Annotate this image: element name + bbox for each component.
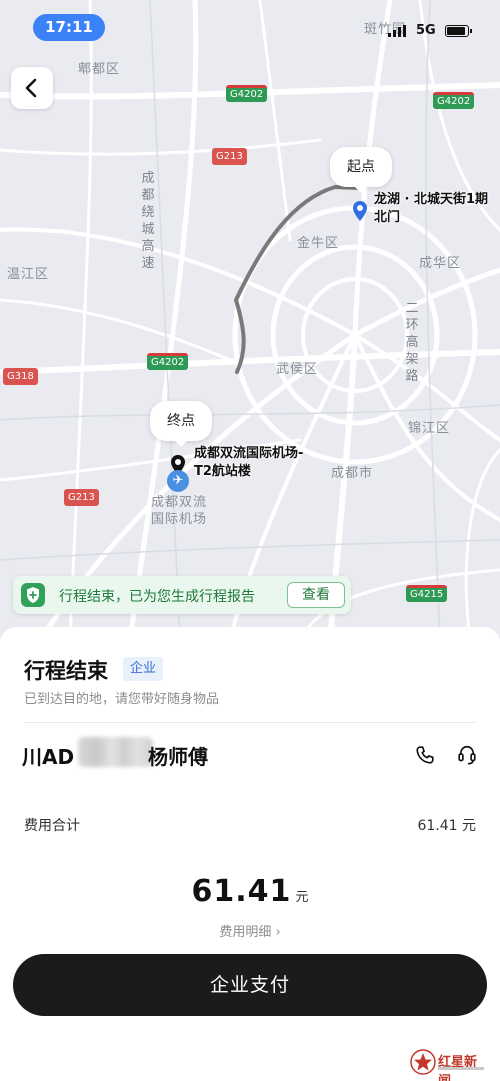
license-plate: 川AD <box>22 745 75 769</box>
trip-status-subtitle: 已到达目的地，请您带好随身物品 <box>24 692 220 707</box>
road-label-second-ring: 二环高架路 <box>405 301 419 384</box>
fee-total-value: 61.41 元 <box>417 818 476 834</box>
end-bubble: 终点 <box>150 401 212 447</box>
back-button[interactable] <box>11 67 53 109</box>
shield-g213: G213 <box>212 148 247 165</box>
watermark-text: 红星新闻 <box>438 1055 478 1081</box>
district-label-chenghua: 成华区 <box>419 256 462 271</box>
shield-g4202: G4202 <box>226 85 268 102</box>
driver-name: 杨师傅 <box>148 745 208 769</box>
shield-g4202: G4202 <box>433 92 475 109</box>
plate-redaction <box>78 737 153 767</box>
chevron-left-icon <box>25 78 37 98</box>
route-map[interactable]: 郫都区 斑竹园 金牛区 成华区 温江区 武侯区 锦江区 成都市 成都双流 国际机… <box>0 0 500 640</box>
trip-status-title: 行程结束 <box>24 659 108 683</box>
trip-report-banner[interactable]: 行程结束，已为您生成行程报告 查看 <box>13 576 351 614</box>
customer-service-icon[interactable] <box>456 743 478 767</box>
report-banner-text: 行程结束，已为您生成行程报告 <box>59 589 255 605</box>
shield-g318: G318 <box>3 368 38 385</box>
watermark: 红星新闻 <box>410 1048 484 1081</box>
end-name-line2: T2航站楼 <box>194 464 251 479</box>
airplane-icon: ✈ <box>167 470 189 492</box>
shield-g4202: G4202 <box>147 353 189 370</box>
amount-display: 61.41 元 <box>0 874 500 909</box>
amount-value: 61.41 <box>191 874 292 909</box>
shield-g213: G213 <box>64 489 99 506</box>
road-label-ring-expressway: 成都绕城高速 <box>141 171 155 271</box>
start-name: 龙湖 · 北城天街1期 <box>374 192 489 207</box>
corporate-pay-button[interactable]: 企业支付 <box>13 954 487 1016</box>
start-name-line2: 北门 <box>374 210 401 225</box>
district-label-shuangliu-2: 国际机场 <box>151 512 208 527</box>
phone-icon[interactable] <box>414 744 436 766</box>
start-bubble: 起点 <box>330 147 392 193</box>
district-label-jinniu: 金牛区 <box>297 236 340 251</box>
district-label-jinjiang: 锦江区 <box>408 421 451 436</box>
star-logo-icon <box>410 1049 436 1075</box>
district-label-wenjiang: 温江区 <box>7 267 50 282</box>
corporate-tag: 企业 <box>123 657 164 681</box>
district-label-pidu: 郫都区 <box>78 62 121 77</box>
fee-total-label: 费用合计 <box>24 818 80 834</box>
signal-icon <box>388 25 408 37</box>
divider <box>24 722 476 723</box>
start-pin-icon <box>353 201 367 221</box>
network-type: 5G <box>416 23 436 38</box>
status-time: 17:11 <box>33 14 105 41</box>
shield-icon <box>21 583 45 607</box>
district-label-wuhou: 武侯区 <box>276 362 319 377</box>
amount-unit: 元 <box>295 890 309 905</box>
end-name: 成都双流国际机场- <box>194 446 304 461</box>
shield-g4215: G4215 <box>406 585 448 602</box>
district-label-chengdu: 成都市 <box>331 466 374 481</box>
battery-icon <box>445 25 472 37</box>
status-bar: 17:11 5G <box>0 0 500 50</box>
trip-summary-sheet: 行程结束 企业 已到达目的地，请您带好随身物品 川AD 杨师傅 费用合计 61.… <box>0 627 500 1081</box>
fee-detail-link[interactable]: 费用明细 › <box>0 921 500 940</box>
view-report-button[interactable]: 查看 <box>287 582 345 608</box>
watermark-subline <box>438 1067 484 1070</box>
